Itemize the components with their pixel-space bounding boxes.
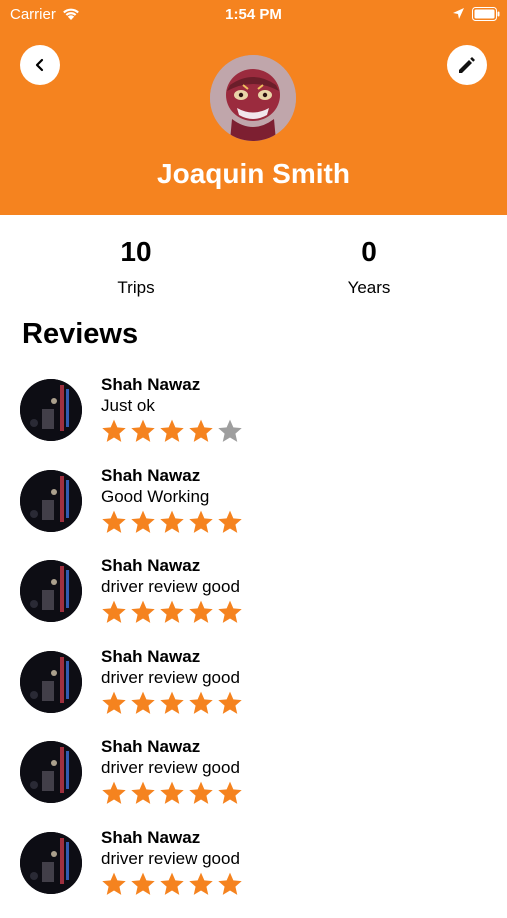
star-filled-icon xyxy=(159,690,185,716)
star-filled-icon xyxy=(217,509,243,535)
star-filled-icon xyxy=(188,871,214,897)
star-rating xyxy=(101,871,246,897)
review-text: Good Working xyxy=(101,487,209,507)
star-filled-icon xyxy=(130,871,156,897)
star-filled-icon xyxy=(159,599,185,625)
reviewer-name: Shah Nawaz xyxy=(101,466,200,486)
star-rating xyxy=(101,599,246,625)
star-filled-icon xyxy=(101,780,127,806)
years-stat: 0 Years xyxy=(279,232,459,298)
reviewer-name: Shah Nawaz xyxy=(101,737,200,757)
star-filled-icon xyxy=(188,599,214,625)
review-item: Shah Nawazdriver review good xyxy=(0,647,507,738)
star-filled-icon xyxy=(188,780,214,806)
reviewer-avatar xyxy=(20,832,82,894)
review-text: driver review good xyxy=(101,758,240,778)
star-filled-icon xyxy=(188,418,214,444)
review-item: Shah NawazGood Working xyxy=(0,466,507,557)
star-filled-icon xyxy=(130,690,156,716)
years-count: 0 xyxy=(279,232,459,272)
star-filled-icon xyxy=(130,780,156,806)
trips-stat: 10 Trips xyxy=(46,232,226,298)
reviewer-avatar xyxy=(20,560,82,622)
reviews-heading: Reviews xyxy=(22,318,138,351)
status-time: 1:54 PM xyxy=(0,6,507,23)
review-item: Shah Nawazdriver review good xyxy=(0,556,507,647)
profile-avatar xyxy=(210,55,296,141)
star-filled-icon xyxy=(101,509,127,535)
reviewer-name: Shah Nawaz xyxy=(101,375,200,395)
star-filled-icon xyxy=(101,871,127,897)
star-filled-icon xyxy=(217,871,243,897)
trips-count: 10 xyxy=(46,232,226,272)
star-empty-icon xyxy=(217,418,243,444)
review-text: Just ok xyxy=(101,396,155,416)
review-text: driver review good xyxy=(101,668,240,688)
location-arrow-icon xyxy=(452,7,465,20)
star-filled-icon xyxy=(130,599,156,625)
reviewer-avatar xyxy=(20,470,82,532)
star-filled-icon xyxy=(159,871,185,897)
star-filled-icon xyxy=(217,690,243,716)
star-filled-icon xyxy=(188,509,214,535)
reviewer-avatar xyxy=(20,651,82,713)
review-item: Shah Nawazdriver review good xyxy=(0,828,507,918)
star-rating xyxy=(101,509,246,535)
review-text: driver review good xyxy=(101,849,240,869)
back-button[interactable] xyxy=(20,45,60,85)
star-filled-icon xyxy=(130,509,156,535)
star-rating xyxy=(101,690,246,716)
review-item: Shah Nawazdriver review good xyxy=(0,737,507,828)
status-bar: Carrier 1:54 PM xyxy=(0,0,507,30)
review-list: Shah NawazJust okShah NawazGood WorkingS… xyxy=(0,375,507,918)
reviewer-avatar xyxy=(20,379,82,441)
star-filled-icon xyxy=(217,780,243,806)
star-filled-icon xyxy=(101,690,127,716)
reviewer-avatar xyxy=(20,741,82,803)
star-filled-icon xyxy=(188,690,214,716)
battery-icon xyxy=(472,7,500,21)
chevron-left-icon xyxy=(32,57,48,73)
pencil-icon xyxy=(456,54,478,76)
review-text: driver review good xyxy=(101,577,240,597)
star-filled-icon xyxy=(159,780,185,806)
trips-label: Trips xyxy=(46,278,226,298)
star-filled-icon xyxy=(159,418,185,444)
reviewer-name: Shah Nawaz xyxy=(101,647,200,667)
star-rating xyxy=(101,780,246,806)
profile-name: Joaquin Smith xyxy=(0,158,507,190)
star-filled-icon xyxy=(101,599,127,625)
edit-profile-button[interactable] xyxy=(447,45,487,85)
star-rating xyxy=(101,418,246,444)
star-filled-icon xyxy=(159,509,185,535)
reviewer-name: Shah Nawaz xyxy=(101,556,200,576)
star-filled-icon xyxy=(101,418,127,444)
star-filled-icon xyxy=(217,599,243,625)
star-filled-icon xyxy=(130,418,156,444)
years-label: Years xyxy=(279,278,459,298)
reviewer-name: Shah Nawaz xyxy=(101,828,200,848)
review-item: Shah NawazJust ok xyxy=(0,375,507,466)
